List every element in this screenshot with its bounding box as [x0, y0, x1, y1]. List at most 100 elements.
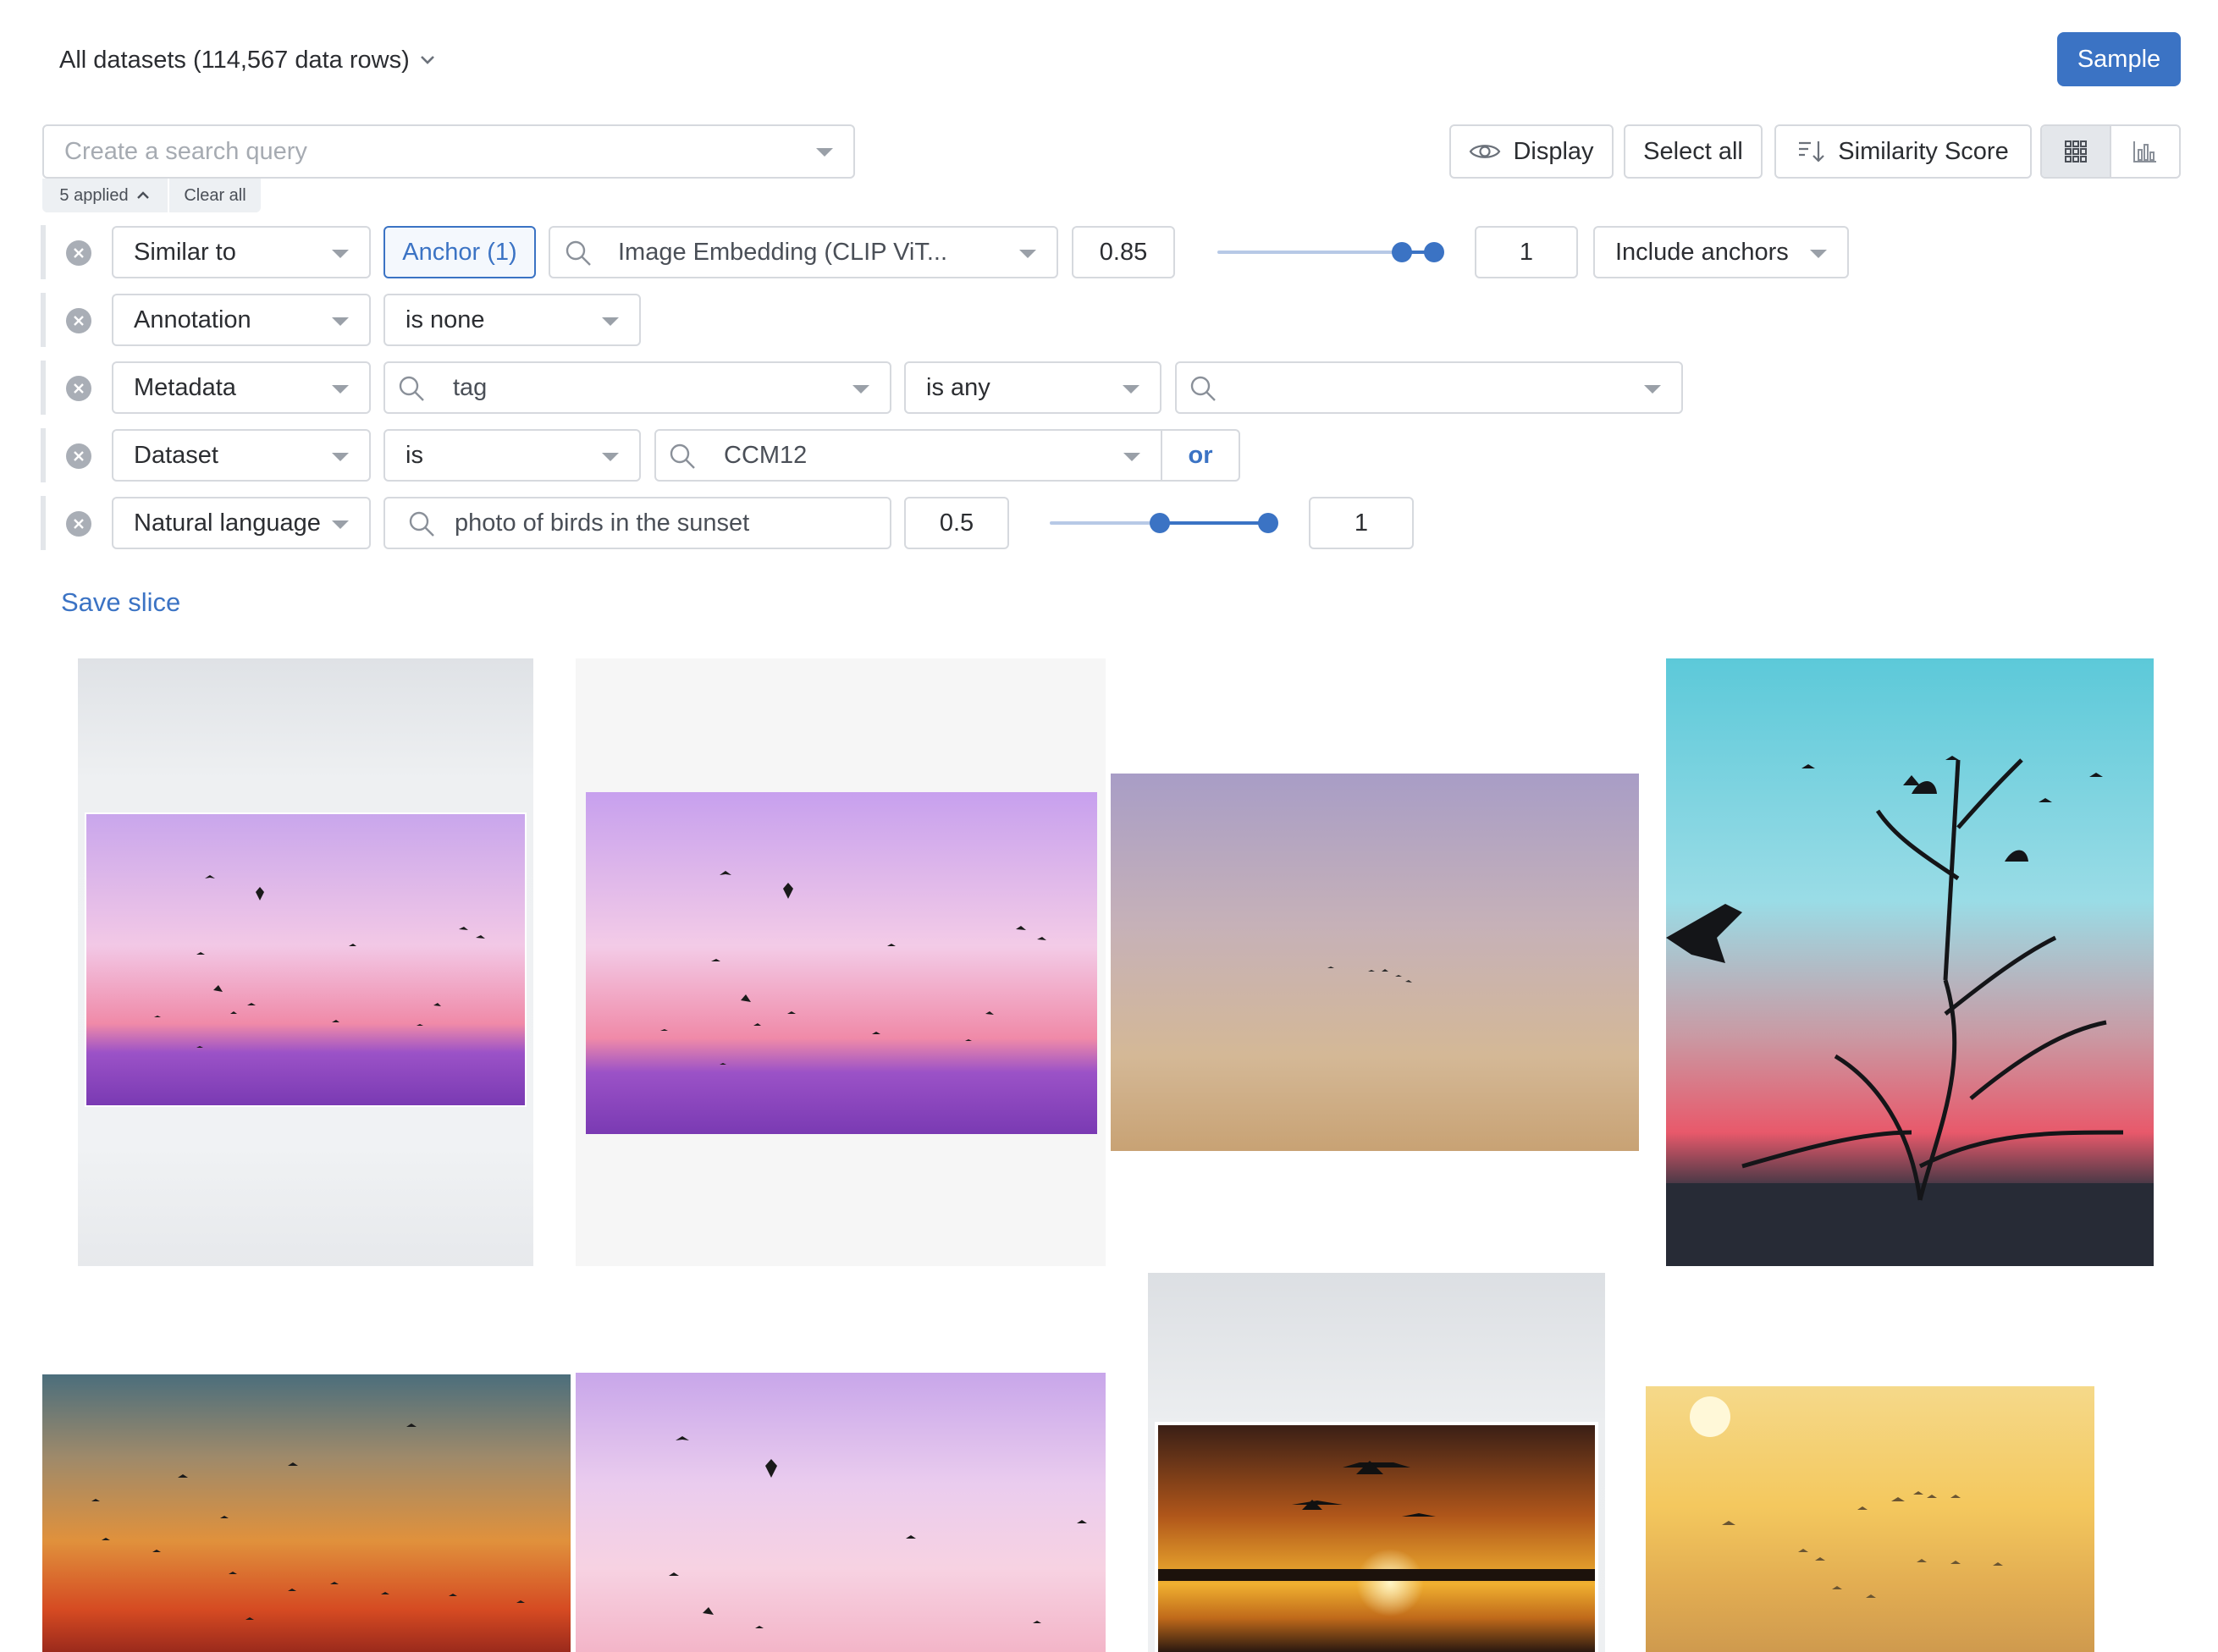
- remove-filter-icon[interactable]: [66, 511, 91, 537]
- caret-down-icon: [1810, 250, 1827, 258]
- remove-filter-icon[interactable]: [66, 240, 91, 266]
- caret-down-icon: [816, 148, 833, 157]
- filter-field-label: Annotation: [134, 306, 251, 333]
- applied-filters-toggle[interactable]: 5 applied: [42, 179, 168, 212]
- include-anchors-dropdown[interactable]: Include anchors: [1593, 226, 1849, 278]
- similarity-min-input[interactable]: 0.85: [1072, 226, 1175, 278]
- image-thumbnail[interactable]: [78, 658, 533, 1266]
- filter-operator-dropdown[interactable]: is none: [383, 294, 641, 346]
- sun-birds-image: [1690, 1396, 2003, 1598]
- natural-language-input[interactable]: photo of birds in the sunset: [383, 497, 891, 549]
- view-toggle: [2040, 124, 2181, 179]
- filter-row-marker: [41, 361, 46, 415]
- relevance-slider-min-handle[interactable]: [1150, 513, 1170, 533]
- birds-sky-image: [1327, 966, 1412, 983]
- natural-language-query: photo of birds in the sunset: [455, 509, 750, 537]
- search-icon: [566, 240, 591, 266]
- or-label: or: [1188, 441, 1213, 469]
- filter-field-label: Metadata: [134, 373, 236, 401]
- save-slice-link[interactable]: Save slice: [61, 587, 180, 618]
- birds-sunset-image: [85, 812, 527, 1107]
- relevance-min-input[interactable]: 0.5: [904, 497, 1009, 549]
- anchor-button[interactable]: Anchor (1): [383, 226, 536, 278]
- birds-sunset-image: [586, 792, 1097, 1134]
- filter-field-dropdown[interactable]: Similar to: [112, 226, 371, 278]
- grid-view-button[interactable]: [2042, 126, 2111, 177]
- image-thumbnail[interactable]: [1666, 658, 2154, 1266]
- birds-sunset-image: [669, 1436, 1087, 1628]
- remove-filter-icon[interactable]: [66, 308, 91, 333]
- include-anchors-label: Include anchors: [1615, 238, 1789, 266]
- caret-down-icon: [852, 385, 869, 394]
- dataset-selector-label: All datasets (114,567 data rows): [59, 46, 410, 74]
- or-button[interactable]: or: [1161, 429, 1240, 482]
- embedding-dropdown[interactable]: Image Embedding (CLIP ViT...: [549, 226, 1058, 278]
- similarity-max-input[interactable]: 1: [1475, 226, 1578, 278]
- sunset-planes-image: [1155, 1422, 1598, 1652]
- relevance-slider-range: [1160, 521, 1268, 525]
- filter-field-label: Dataset: [134, 441, 218, 469]
- search-icon: [399, 376, 424, 401]
- chart-view-button[interactable]: [2111, 126, 2179, 177]
- filter-operator-dropdown[interactable]: is: [383, 429, 641, 482]
- display-button[interactable]: Display: [1449, 124, 1614, 179]
- caret-down-icon: [1019, 250, 1036, 258]
- remove-filter-icon[interactable]: [66, 443, 91, 469]
- chevron-up-icon: [136, 191, 149, 199]
- image-thumbnail[interactable]: [576, 1373, 1106, 1652]
- similarity-slider-max-handle[interactable]: [1424, 242, 1444, 262]
- filter-operator-label: is: [406, 441, 423, 469]
- eye-icon: [1470, 145, 1501, 158]
- remove-filter-icon[interactable]: [66, 376, 91, 401]
- sample-button[interactable]: Sample: [2057, 32, 2181, 86]
- search-icon: [409, 511, 434, 537]
- caret-down-icon: [1123, 453, 1140, 461]
- chevron-down-icon: [420, 56, 434, 64]
- image-thumbnail[interactable]: [42, 1374, 571, 1652]
- grid-icon: [2065, 140, 2087, 162]
- image-thumbnail[interactable]: [576, 658, 1106, 1266]
- search-query-placeholder: Create a search query: [64, 137, 307, 165]
- birds-sunset-image: [91, 1423, 525, 1620]
- filter-operator-label: is none: [406, 306, 485, 333]
- filter-field-label: Natural language: [134, 509, 321, 537]
- anchor-label: Anchor (1): [402, 238, 517, 266]
- filter-operator-label: is any: [926, 373, 990, 401]
- filter-field-dropdown[interactable]: Dataset: [112, 429, 371, 482]
- similarity-slider-min-handle[interactable]: [1392, 242, 1412, 262]
- filter-field-dropdown[interactable]: Annotation: [112, 294, 371, 346]
- metadata-value-dropdown[interactable]: [1175, 361, 1683, 414]
- display-label: Display: [1513, 137, 1594, 165]
- search-query-dropdown[interactable]: Create a search query: [42, 124, 855, 179]
- tree-birds-sunset-image: [1666, 756, 2154, 1266]
- dataset-selector[interactable]: All datasets (114,567 data rows): [59, 42, 437, 78]
- filter-field-dropdown[interactable]: Natural language: [112, 497, 371, 549]
- filter-field-label: Similar to: [134, 238, 236, 266]
- caret-down-icon: [602, 317, 619, 326]
- filter-operator-dropdown[interactable]: is any: [904, 361, 1161, 414]
- sort-descending-icon: [1799, 141, 1825, 162]
- sort-label: Similarity Score: [1838, 137, 2009, 165]
- bar-chart-icon: [2133, 141, 2156, 162]
- filter-row-marker: [41, 293, 46, 347]
- caret-down-icon: [602, 453, 619, 461]
- caret-down-icon: [1644, 385, 1661, 394]
- select-all-button[interactable]: Select all: [1624, 124, 1763, 179]
- relevance-slider-max-handle[interactable]: [1258, 513, 1278, 533]
- filter-field-dropdown[interactable]: Metadata: [112, 361, 371, 414]
- caret-down-icon: [332, 317, 349, 326]
- image-thumbnail[interactable]: [1148, 1273, 1605, 1652]
- applied-count: 5 applied: [59, 185, 129, 205]
- caret-down-icon: [332, 453, 349, 461]
- search-icon: [670, 443, 695, 469]
- sort-button[interactable]: Similarity Score: [1774, 124, 2032, 179]
- relevance-max-input[interactable]: 1: [1309, 497, 1414, 549]
- caret-down-icon: [332, 250, 349, 258]
- search-icon: [1190, 376, 1216, 401]
- image-thumbnail[interactable]: [1646, 1386, 2094, 1652]
- metadata-key-dropdown[interactable]: tag: [383, 361, 891, 414]
- image-thumbnail[interactable]: [1111, 774, 1639, 1151]
- caret-down-icon: [332, 385, 349, 394]
- clear-all-button[interactable]: Clear all: [169, 179, 261, 212]
- dataset-value-dropdown[interactable]: CCM12: [654, 429, 1162, 482]
